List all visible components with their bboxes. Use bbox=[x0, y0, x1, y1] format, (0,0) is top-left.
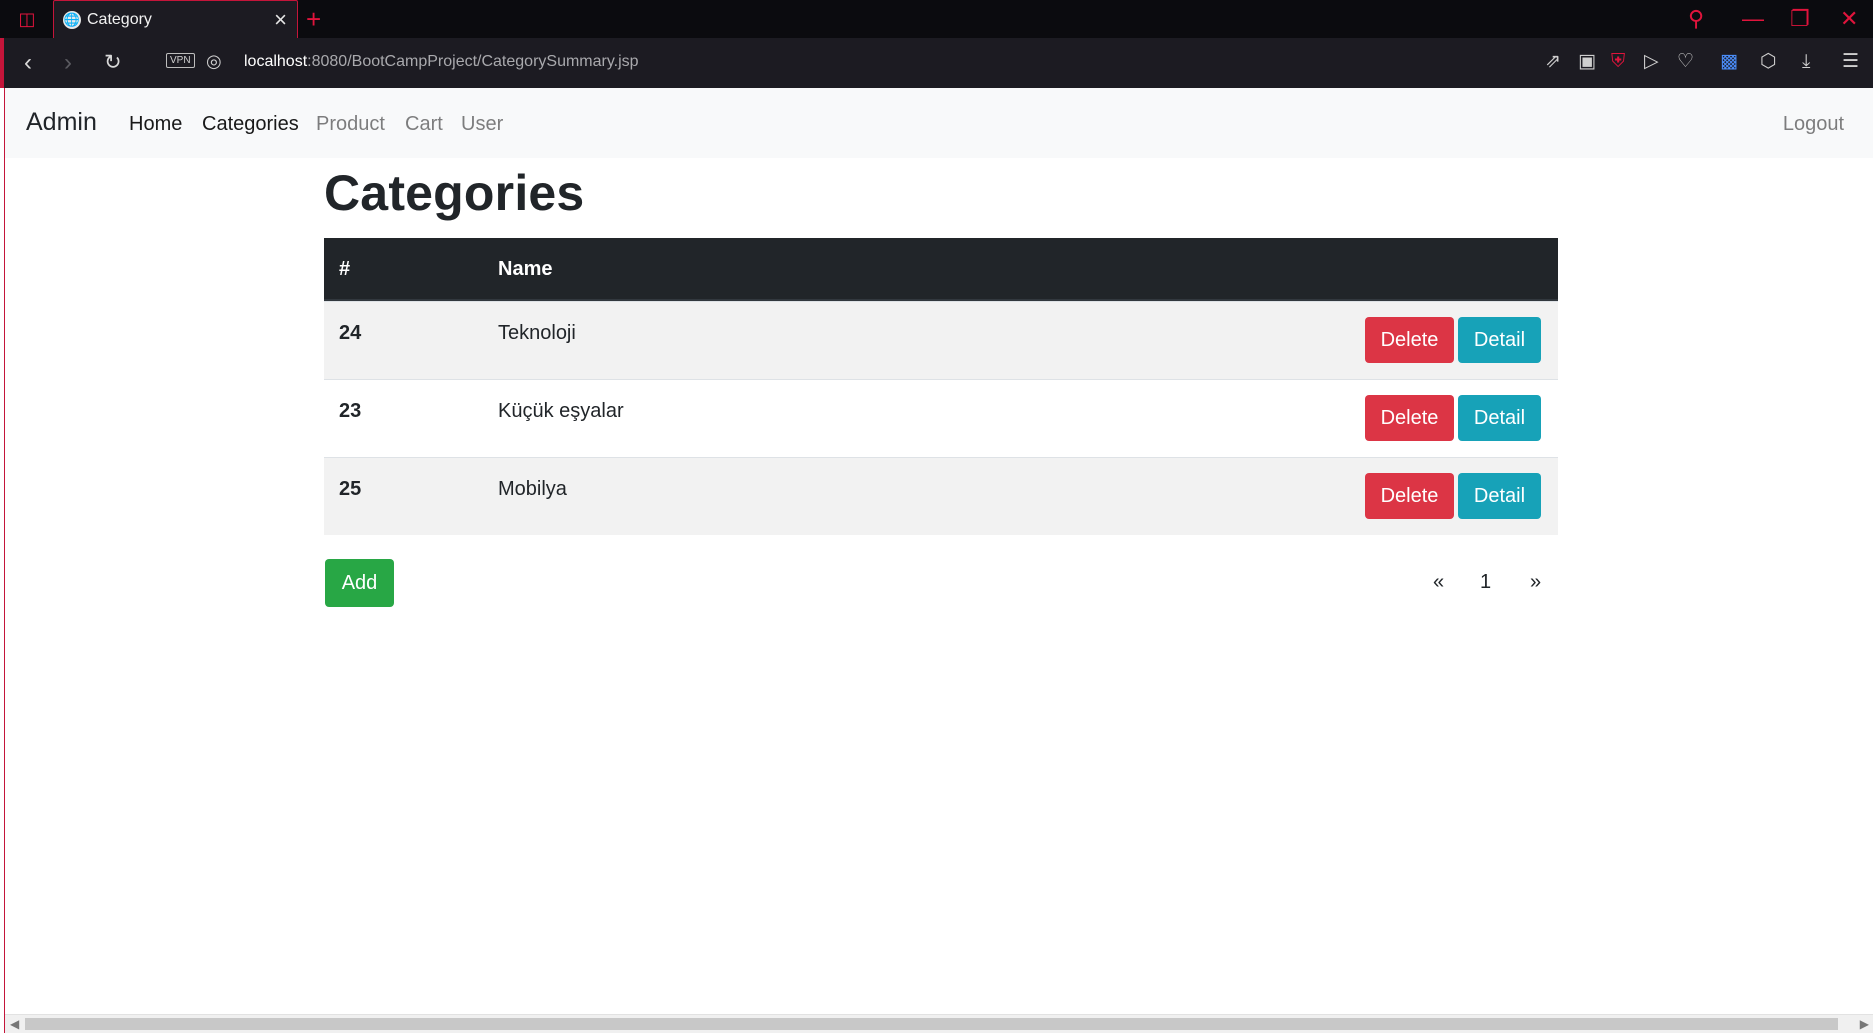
pagination-page-1[interactable]: 1 bbox=[1480, 571, 1491, 594]
row-id: 24 bbox=[339, 322, 362, 344]
reload-icon[interactable]: ↻ bbox=[104, 48, 122, 78]
table-row: 25 Mobilya Delete Detail bbox=[324, 457, 1558, 535]
page-title: Categories bbox=[324, 165, 585, 221]
table-row: 24 Teknoloji Delete Detail bbox=[324, 301, 1558, 379]
nav-product[interactable]: Product bbox=[316, 113, 385, 136]
delete-button[interactable]: Delete bbox=[1365, 473, 1454, 519]
forward-icon[interactable]: › bbox=[64, 48, 72, 78]
url-field[interactable]: localhost:8080/BootCampProject/CategoryS… bbox=[244, 53, 639, 71]
tab-title: Category bbox=[87, 11, 152, 28]
browser-tab[interactable]: 🌐 Category × bbox=[53, 0, 298, 39]
settings-icon[interactable]: ☰ bbox=[1842, 49, 1859, 75]
heart-icon[interactable]: ♡ bbox=[1677, 49, 1694, 75]
add-button[interactable]: Add bbox=[325, 559, 394, 607]
column-header-name: Name bbox=[498, 258, 553, 280]
download-icon[interactable]: ⤓ bbox=[1802, 49, 1810, 75]
row-name: Teknoloji bbox=[498, 322, 576, 344]
vpn-badge[interactable]: VPN bbox=[166, 53, 195, 68]
row-name: Mobilya bbox=[498, 478, 567, 500]
translate-icon[interactable]: ▩ bbox=[1720, 49, 1738, 75]
navbar-brand[interactable]: Admin bbox=[26, 108, 97, 137]
pagination-next[interactable]: » bbox=[1530, 571, 1541, 594]
table-header: # Name bbox=[324, 238, 1558, 301]
pagination-prev[interactable]: « bbox=[1433, 571, 1444, 594]
share-icon[interactable]: ⇗ bbox=[1545, 49, 1561, 75]
scroll-left-icon[interactable]: ◀ bbox=[10, 1015, 19, 1033]
minimize-icon[interactable]: — bbox=[1742, 4, 1764, 34]
send-icon[interactable]: ▷ bbox=[1644, 49, 1659, 75]
detail-button[interactable]: Detail bbox=[1458, 395, 1541, 441]
row-id: 25 bbox=[339, 478, 362, 500]
camera-icon[interactable]: ▣ bbox=[1578, 49, 1596, 75]
nav-user[interactable]: User bbox=[461, 113, 503, 136]
row-id: 23 bbox=[339, 400, 362, 422]
nav-home[interactable]: Home bbox=[129, 113, 182, 136]
back-icon[interactable]: ‹ bbox=[24, 48, 32, 78]
scrollbar-thumb[interactable] bbox=[25, 1018, 1838, 1030]
nav-cart[interactable]: Cart bbox=[405, 113, 443, 136]
url-host: localhost bbox=[244, 53, 308, 70]
new-tab-button[interactable]: + bbox=[306, 4, 321, 34]
cube-icon[interactable]: ⬡ bbox=[1760, 49, 1777, 75]
browser-tab-bar: ◫ 🌐 Category × + ⚲ — ❐ ✕ bbox=[0, 0, 1873, 39]
url-path: :8080/BootCampProject/CategorySummary.js… bbox=[307, 53, 639, 70]
detail-button[interactable]: Detail bbox=[1458, 317, 1541, 363]
scroll-right-icon[interactable]: ▶ bbox=[1860, 1015, 1869, 1033]
nav-categories[interactable]: Categories bbox=[202, 113, 299, 136]
search-icon[interactable]: ⚲ bbox=[1688, 4, 1704, 34]
address-bar: ‹ › ↻ VPN ◎ localhost:8080/BootCampProje… bbox=[0, 38, 1873, 88]
detail-button[interactable]: Detail bbox=[1458, 473, 1541, 519]
categories-table: # Name 24 Teknoloji Delete Detail 23 Küç… bbox=[324, 238, 1558, 535]
horizontal-scrollbar[interactable]: ◀ ▶ bbox=[5, 1014, 1873, 1033]
close-tab-icon[interactable]: × bbox=[274, 7, 287, 33]
restore-icon[interactable]: ❐ bbox=[1790, 4, 1810, 34]
shield-icon[interactable]: ⛨ bbox=[1611, 49, 1625, 75]
close-window-icon[interactable]: ✕ bbox=[1840, 4, 1858, 34]
row-name: Küçük eşyalar bbox=[498, 400, 624, 422]
site-navbar: Admin Home Categories Product Cart User … bbox=[5, 88, 1873, 158]
delete-button[interactable]: Delete bbox=[1365, 395, 1454, 441]
globe-icon: 🌐 bbox=[63, 11, 81, 29]
site-info-icon[interactable]: ◎ bbox=[206, 51, 222, 72]
nav-logout[interactable]: Logout bbox=[1783, 113, 1844, 136]
delete-button[interactable]: Delete bbox=[1365, 317, 1454, 363]
column-header-id: # bbox=[339, 258, 351, 280]
table-row: 23 Küçük eşyalar Delete Detail bbox=[324, 379, 1558, 457]
opera-menu-icon[interactable]: ◫ bbox=[12, 7, 42, 31]
page-viewport: Admin Home Categories Product Cart User … bbox=[4, 88, 1873, 1033]
